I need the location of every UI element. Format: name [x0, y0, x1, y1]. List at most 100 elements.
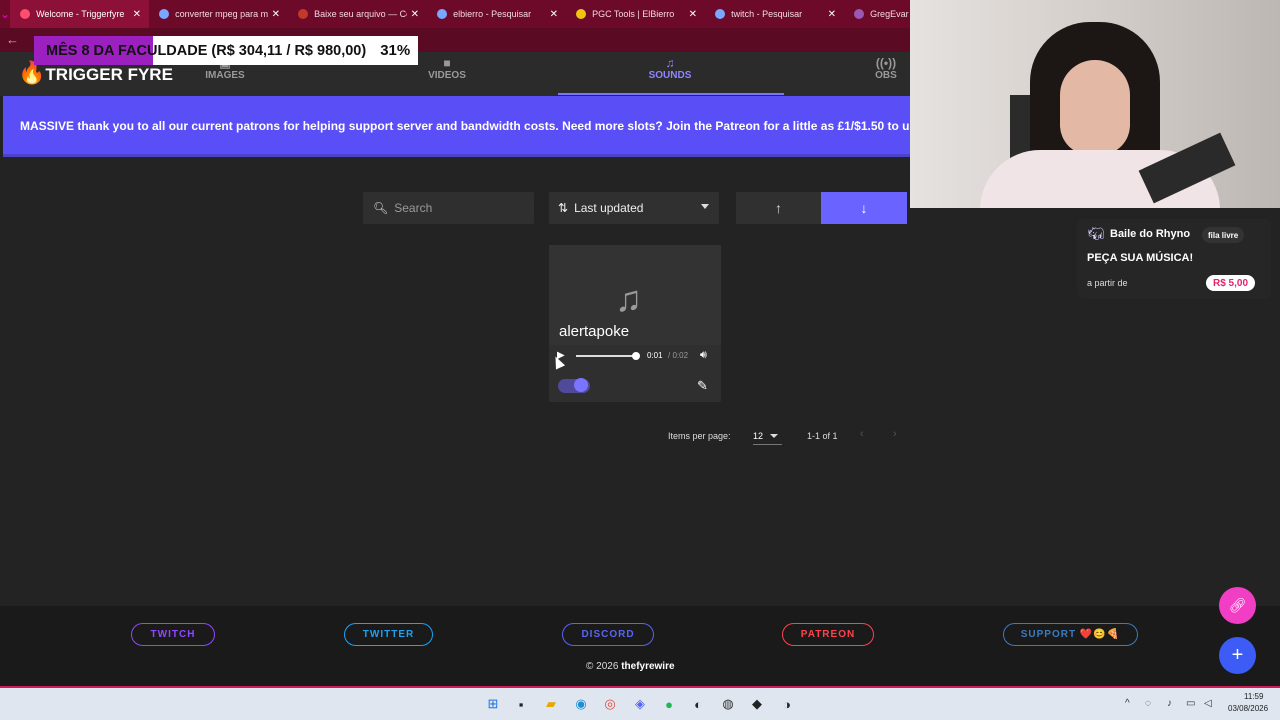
chrome-browser-icon[interactable]: ◎ [601, 695, 619, 713]
network-icon[interactable]: ▭ [1186, 698, 1195, 709]
edge-browser-icon[interactable]: ◉ [572, 695, 590, 713]
tab-title: elbierro - Pesquisar [453, 9, 532, 19]
steam-app-icon[interactable]: ◑ [778, 695, 796, 713]
tab-favicon-icon [854, 9, 865, 19]
items-per-page-label: Items per page: [668, 431, 731, 441]
paginator-range: 1-1 of 1 [807, 431, 838, 441]
music-note-icon: ♫ [665, 56, 675, 70]
search-placeholder: Search [394, 201, 433, 215]
toggle-knob[interactable] [574, 378, 588, 392]
audio-seek-bar[interactable] [576, 355, 636, 357]
twitter-link-button[interactable]: TWITTER [344, 623, 433, 646]
widget-channel-name: Baile do Rhyno [1110, 228, 1191, 240]
file-explorer-icon[interactable]: ▰ [542, 695, 560, 713]
sound-title: alertapoke [559, 323, 630, 340]
arrow-down-icon: ↓ [860, 200, 868, 216]
patreon-link-button[interactable]: PATREON [782, 623, 874, 646]
twitter-label: TWITTER [362, 629, 415, 640]
sort-icon: ⇅ [558, 201, 569, 215]
sort-select[interactable]: ⇅ Last updated [549, 192, 719, 224]
obs-icon[interactable]: ◍ [719, 695, 737, 713]
browser-tab[interactable]: Baixe seu arquivo — Conver ✕ [288, 0, 427, 28]
items-per-page-underline [753, 444, 782, 445]
browser-tab[interactable]: converter mpeg para mp3 - ✕ [149, 0, 288, 28]
copyright-owner-link[interactable]: thefyrewire [621, 661, 674, 672]
discord-icon[interactable]: ◈ [631, 695, 649, 713]
sort-label: Last updated [574, 201, 644, 215]
windows-start-icon[interactable]: ⊞ [484, 695, 502, 713]
support-link-button[interactable]: SUPPORT ❤️😊🍕 [1003, 623, 1138, 646]
tab-title: twitch - Pesquisar [731, 9, 803, 19]
nav-images-label: IMAGES [205, 70, 245, 81]
widget-subtext: a partir de [1087, 278, 1128, 288]
music-note-icon: ♫ [615, 278, 642, 319]
tab-title: Welcome - Triggerfyre [36, 9, 125, 19]
copyright-prefix: © 2026 [586, 661, 619, 672]
goal-text: MÊS 8 DA FACULDADE (R$ 304,11 / R$ 980,0… [46, 42, 367, 59]
footer [0, 606, 1280, 686]
browser-tab-strip: ⌄ Welcome - Triggerfyre ✕ converter mpeg p… [0, 0, 910, 28]
browser-tab[interactable]: Welcome - Triggerfyre ✕ [10, 0, 150, 28]
nav-sounds[interactable]: ♫ SOUNDS [615, 56, 725, 81]
browser-tab[interactable]: PGC Tools | ElBierro ✕ [566, 0, 705, 28]
tray-chevron-icon[interactable]: ^ [1125, 698, 1130, 709]
tab-title: PGC Tools | ElBierro [592, 9, 675, 19]
arrow-up-icon: ↑ [775, 200, 782, 216]
edit-pencil-icon[interactable]: ✎ [697, 378, 708, 394]
tab-close-icon[interactable]: ✕ [272, 9, 280, 20]
discord-label: DISCORD [581, 629, 635, 640]
queue-status-badge: fila livre [1202, 227, 1245, 243]
clock-date[interactable]: 03/08/2026 [1228, 704, 1268, 713]
tab-list-chevron-icon[interactable]: ⌄ [0, 0, 10, 28]
tab-favicon-icon [437, 9, 448, 19]
tab-favicon-icon [20, 9, 31, 19]
sort-ascending-button[interactable]: ↑ [736, 192, 821, 224]
microphone-icon[interactable]: ♪ [1167, 698, 1172, 709]
tab-favicon-icon [298, 9, 309, 19]
link-fab-button[interactable]: 🔗︎ [1219, 587, 1256, 624]
caret-down-icon[interactable] [770, 434, 778, 438]
audio-total-time: / 0:02 [668, 351, 689, 360]
twitch-label: TWITCH [150, 629, 196, 640]
plus-icon: + [1231, 644, 1244, 666]
tab-title: converter mpeg para mp3 - [175, 9, 268, 19]
tab-close-icon[interactable]: ✕ [550, 9, 558, 20]
active-tab-indicator [558, 93, 784, 95]
search-icon: 🔍︎ [373, 201, 389, 215]
discord-link-button[interactable]: DISCORD [562, 623, 654, 646]
tab-close-icon[interactable]: ✕ [689, 9, 697, 20]
webcam-feed [910, 0, 1280, 208]
tab-close-icon[interactable]: ✕ [133, 9, 141, 20]
search-input[interactable]: 🔍︎ Search [363, 192, 534, 224]
tab-close-icon[interactable]: ✕ [411, 9, 419, 20]
twitch-link-button[interactable]: TWITCH [131, 623, 215, 646]
tab-close-icon[interactable]: ✕ [828, 9, 836, 20]
tabs-container: Welcome - Triggerfyre ✕ converter mpeg par… [10, 0, 983, 28]
app-icon[interactable]: ◆ [748, 695, 766, 713]
browser-tab[interactable]: twitch - Pesquisar ✕ [705, 0, 844, 28]
copyright-text: © 2026 thefyrewire [586, 661, 675, 672]
audio-current-time: 0:01 [647, 351, 663, 360]
goal-percent: 31% [380, 42, 411, 59]
steam-icon[interactable]: ◐ [689, 695, 707, 713]
tray-app-icon[interactable]: ◌ [1145, 698, 1151, 709]
audio-seek-thumb[interactable] [632, 352, 640, 360]
sort-descending-button[interactable]: ↓ [821, 192, 907, 224]
next-page-button[interactable]: › [893, 428, 897, 440]
speaker-icon[interactable]: ◁ [1204, 698, 1212, 709]
volume-icon[interactable]: 🔊︎ [700, 349, 707, 362]
nav-sounds-label: SOUNDS [648, 70, 692, 81]
tab-favicon-icon [715, 9, 726, 19]
clock-time[interactable]: 11:59 [1244, 692, 1263, 701]
nav-obs-label: OBS [875, 70, 897, 81]
task-view-icon[interactable]: ▪ [512, 695, 530, 713]
items-per-page-select[interactable]: 12 [753, 431, 763, 441]
logo-text: TRIGGER FYRE [45, 65, 173, 84]
webcam-person-face [1060, 60, 1130, 155]
back-arrow-icon[interactable]: ← [6, 32, 19, 47]
browser-tab[interactable]: elbierro - Pesquisar ✕ [427, 0, 566, 28]
spotify-icon[interactable]: ● [660, 695, 678, 713]
add-fab-button[interactable]: + [1219, 637, 1256, 674]
patreon-banner: MASSIVE thank you to all our current pat… [3, 96, 910, 157]
previous-page-button[interactable]: ‹ [860, 428, 864, 440]
